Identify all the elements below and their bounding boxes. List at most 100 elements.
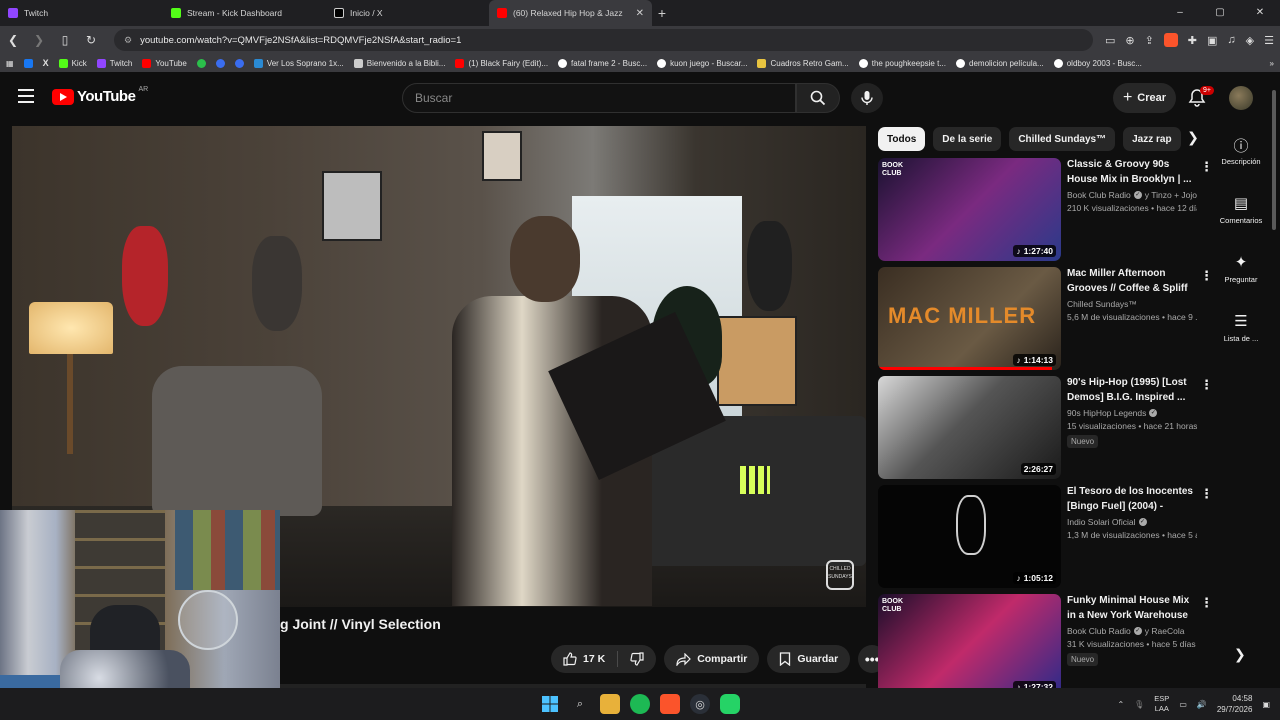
bookmark-blue-2[interactable] [234,58,244,68]
bookmark-facebook[interactable] [23,58,33,68]
chip-todos[interactable]: Todos [878,127,926,151]
apps-grid-icon[interactable]: ▦ [6,59,14,68]
bookmark-twitch[interactable]: Twitch [96,58,132,68]
bookmark-youtube[interactable]: YouTube [142,58,187,68]
chip-de-la-serie[interactable]: De la serie [933,127,1002,151]
rail-description[interactable]: ⓘ Descripción [1216,135,1266,166]
youtube-logo[interactable]: YouTube AR [52,86,148,105]
bookmark-fatal-frame[interactable]: fatal frame 2 - Busc... [558,58,647,68]
chip-jazz-rap[interactable]: Jazz rap [1123,127,1181,151]
bookmark-x[interactable]: X [43,58,49,68]
bookmark-soprano[interactable]: Ver Los Soprano 1x... [253,58,344,68]
channel-watermark[interactable]: CHILLED SUNDAYS [826,560,854,590]
video-thumbnail[interactable]: BOOK CLUB ♪ 1:27:32 [878,594,1061,697]
bookmark-poughkeepsie[interactable]: the poughkeepsie t... [858,58,946,68]
search-input[interactable]: Buscar [402,83,796,113]
recommendation-title[interactable]: 90's Hip-Hop (1995) [Lost Demos] B.I.G. … [1067,376,1197,405]
chip-chilled-sundays[interactable]: Chilled Sundays™ [1009,127,1116,151]
video-thumbnail[interactable]: ♪ 1:05:12 [878,485,1061,588]
rail-comments[interactable]: ▤ Comentarios [1216,194,1266,225]
windows-start-icon[interactable] [540,694,560,714]
recommendation-item[interactable]: MAC MILLER ♪ 1:14:13 Mac Miller Afternoon… [878,267,1218,371]
menu-icon[interactable]: ☰ [1264,34,1274,47]
search-button[interactable] [796,83,840,113]
reload-icon[interactable]: ↻ [84,33,98,47]
video-thumbnail[interactable]: BOOK CLUB ♪ 1:27:40 [878,158,1061,261]
recommendation-item[interactable]: BOOK CLUB ♪ 1:27:40 Classic & Groovy 90s H… [878,158,1218,262]
more-options-icon[interactable]: ⋮ [1200,160,1213,173]
recommendation-title[interactable]: Funky Minimal House Mix in a New York Wa… [1067,594,1197,623]
bookmark-black-fairy[interactable]: (1) Black Fairy (Edit)... [455,58,548,68]
steam-icon[interactable]: ◎ [690,694,710,714]
more-options-icon[interactable]: ⋮ [1200,487,1213,500]
rail-playlist[interactable]: ☰ Lista de ... [1216,312,1266,343]
url-field[interactable]: ⚙ youtube.com/watch?v=QMVFje2NSfA&list=R… [114,29,1093,51]
recommendation-channel[interactable]: Book Club Radio ✓ y RaeCola [1067,626,1197,636]
whatsapp-icon[interactable] [720,694,740,714]
page-scrollbar[interactable] [1272,90,1276,230]
video-thumbnail[interactable]: 2:26:27 [878,376,1061,479]
maximize-button[interactable]: ▢ [1200,0,1240,26]
browser-tab-x[interactable]: Inicio / X [326,0,489,26]
recommendation-channel[interactable]: 90s HipHop Legends ✓ [1067,408,1197,418]
cast-icon[interactable]: ▭ [1105,34,1115,47]
more-options-icon[interactable]: ⋮ [1200,596,1213,609]
browser-tab-kick[interactable]: Stream - Kick Dashboard [163,0,326,26]
avatar[interactable] [1229,86,1253,110]
bookmark-kuon[interactable]: kuon juego - Buscar... [657,58,747,68]
more-options-icon[interactable]: ⋮ [1200,378,1213,391]
brave-icon[interactable] [660,694,680,714]
share-button[interactable]: Compartir [664,645,760,673]
mic-tray-icon[interactable]: 🎙 [1134,700,1144,709]
more-options-icon[interactable]: ⋮ [1200,269,1213,282]
media-icon[interactable]: ♫ [1227,34,1235,46]
sidebar-icon[interactable]: ▣ [1207,34,1217,47]
new-tab-button[interactable]: + [652,5,672,21]
network-icon[interactable]: ▭ [1179,700,1187,709]
volume-icon[interactable]: 🔊 [1197,700,1207,709]
file-explorer-icon[interactable] [600,694,620,714]
tray-overflow-icon[interactable]: ⌃ [1117,700,1124,709]
rail-next-icon[interactable]: ❯ [1234,646,1246,663]
forward-icon[interactable]: ❯ [32,33,46,47]
recommendation-title[interactable]: Mac Miller Afternoon Grooves // Coffee &… [1067,267,1197,296]
recommendation-title[interactable]: Classic & Groovy 90s House Mix in Brookl… [1067,158,1197,187]
bookmark-blue-1[interactable] [215,58,225,68]
minimize-button[interactable]: – [1160,0,1200,26]
language-indicator[interactable]: ESP LAA [1154,694,1169,714]
recommendation-channel[interactable]: Book Club Radio ✓ y Tinzo + Jojo [1067,190,1197,200]
spotify-icon[interactable] [630,694,650,714]
bookmark-green[interactable] [196,58,206,68]
save-button[interactable]: Guardar [767,645,851,673]
bookmark-icon[interactable]: ▯ [58,33,72,47]
recommendation-channel[interactable]: Indio Solari Oficial ✓ [1067,517,1197,527]
recommendation-item[interactable]: 2:26:27 90's Hip-Hop (1995) [Lost Demos]… [878,376,1218,480]
extensions-icon[interactable]: ✚ [1188,34,1197,47]
wallet-icon[interactable]: ◈ [1246,34,1254,47]
back-icon[interactable]: ❮ [6,33,20,47]
like-button[interactable]: 17 K [551,645,617,673]
bookmark-kick[interactable]: Kick [58,58,87,68]
rail-ask[interactable]: ✦ Preguntar [1216,253,1266,284]
zoom-icon[interactable]: ⊕ [1125,34,1134,47]
browser-tab-youtube[interactable]: (60) Relaxed Hip Hop & Jazz ✕ [489,0,652,26]
bookmark-biblioteca[interactable]: Bienvenido a la Bibli... [353,58,445,68]
recommendation-item[interactable]: ♪ 1:05:12 El Tesoro de los Inocentes [Bin… [878,485,1218,589]
browser-tab-twitch[interactable]: Twitch [0,0,163,26]
bookmark-cuadros[interactable]: Cuadros Retro Gam... [757,58,849,68]
site-info-icon[interactable]: ⚙ [124,35,132,46]
recommendation-title[interactable]: El Tesoro de los Inocentes [Bingo Fuel] … [1067,485,1197,514]
taskbar-search-icon[interactable]: ⌕ [570,694,590,714]
notification-center-icon[interactable]: ▣ [1262,700,1270,709]
bookmark-demolicion[interactable]: demolicion película... [956,58,1044,68]
share-icon[interactable]: ⇪ [1145,34,1154,47]
brave-shields-icon[interactable] [1163,33,1178,47]
clock[interactable]: 04:58 29/7/2026 [1217,693,1253,715]
close-window-button[interactable]: ✕ [1240,0,1280,26]
video-thumbnail[interactable]: MAC MILLER ♪ 1:14:13 [878,267,1061,370]
bookmarks-overflow-icon[interactable]: » [1270,59,1274,68]
voice-search-button[interactable] [851,83,883,113]
dislike-button[interactable] [618,645,656,673]
bookmark-oldboy[interactable]: oldboy 2003 - Busc... [1053,58,1142,68]
tab-close-icon[interactable]: ✕ [636,8,644,19]
